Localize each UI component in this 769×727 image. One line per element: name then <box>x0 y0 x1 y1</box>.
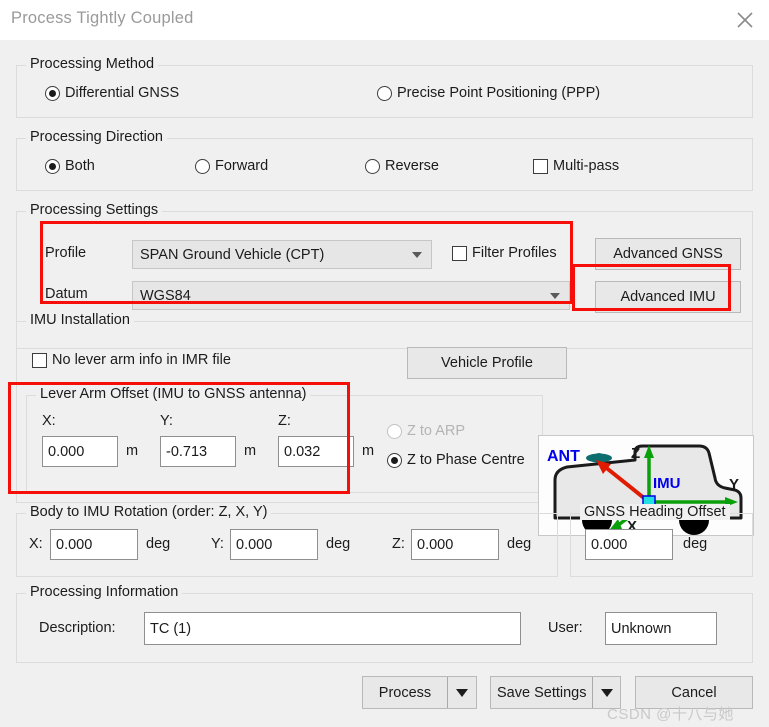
chevron-down-icon <box>550 292 560 299</box>
group-processing-information: Processing Information Description: TC (… <box>16 584 753 663</box>
close-icon[interactable] <box>721 0 769 40</box>
rotation-x-label: X: <box>29 536 43 552</box>
axis-y-label: Y <box>729 476 739 493</box>
rotation-y-unit: deg <box>326 536 351 552</box>
imu-label: IMU <box>653 475 681 492</box>
datum-label: Datum <box>45 286 88 302</box>
group-processing-settings-legend: Processing Settings <box>26 202 163 218</box>
description-label: Description: <box>39 620 116 636</box>
checkbox-box-icon <box>533 158 548 174</box>
axis-z-label: Z <box>631 445 640 462</box>
gnss-heading-offset-input[interactable]: 0.000 <box>585 529 673 560</box>
chevron-down-icon[interactable] <box>447 677 476 708</box>
radio-precise-point-positioning[interactable]: Precise Point Positioning (PPP) <box>377 85 600 101</box>
rotation-y-input[interactable]: 0.000 <box>230 529 318 560</box>
radio-z-to-arp-label: Z to ARP <box>407 423 466 439</box>
description-input[interactable]: TC (1) <box>144 612 521 645</box>
group-lever-arm-offset-legend: Lever Arm Offset (IMU to GNSS antenna) <box>36 386 311 402</box>
checkbox-box-icon <box>32 352 47 368</box>
user-input[interactable]: Unknown <box>605 612 717 645</box>
save-settings-button[interactable]: Save Settings <box>490 676 621 709</box>
rotation-z-unit: deg <box>507 536 532 552</box>
ant-label: ANT <box>547 448 580 465</box>
lever-arm-z-label: Z: <box>278 413 291 429</box>
radio-forward[interactable]: Forward <box>195 158 268 174</box>
user-label: User: <box>548 620 583 636</box>
process-button[interactable]: Process <box>362 676 477 709</box>
radio-dot-icon <box>387 452 402 468</box>
group-processing-direction-legend: Processing Direction <box>26 129 167 145</box>
lever-arm-z-unit: m <box>362 443 375 459</box>
rotation-y-label: Y: <box>211 536 224 552</box>
gnss-heading-offset-unit: deg <box>683 536 708 552</box>
group-imu-installation: IMU Installation No lever arm info in IM… <box>16 312 754 536</box>
radio-both-label: Both <box>65 158 95 174</box>
profile-label: Profile <box>45 245 87 261</box>
radio-dot-icon <box>387 423 402 439</box>
checkbox-no-lever-arm-label: No lever arm info in IMR file <box>52 352 231 368</box>
advanced-gnss-button[interactable]: Advanced GNSS <box>595 238 741 270</box>
group-imu-installation-legend: IMU Installation <box>26 312 134 328</box>
profile-combobox-value: SPAN Ground Vehicle (CPT) <box>140 246 325 263</box>
radio-dot-icon <box>45 158 60 174</box>
datum-combobox[interactable]: WGS84 <box>132 281 570 310</box>
antenna-dome <box>591 453 607 458</box>
group-body-to-imu-rotation: Body to IMU Rotation (order: Z, X, Y) X:… <box>16 504 558 577</box>
lever-arm-x-input[interactable]: 0.000 <box>42 436 118 467</box>
checkbox-multi-pass-label: Multi-pass <box>553 158 620 174</box>
radio-reverse[interactable]: Reverse <box>365 158 439 174</box>
close-icon-glyph <box>737 12 753 28</box>
radio-differential-gnss-label: Differential GNSS <box>65 85 180 101</box>
radio-differential-gnss[interactable]: Differential GNSS <box>45 85 179 101</box>
chevron-down-icon[interactable] <box>592 677 620 708</box>
group-processing-information-legend: Processing Information <box>26 584 183 600</box>
group-gnss-heading-offset: GNSS Heading Offset 0.000 deg <box>570 504 753 577</box>
rotation-z-input[interactable]: 0.000 <box>411 529 499 560</box>
rotation-z-label: Z: <box>392 536 405 552</box>
lever-arm-y-label: Y: <box>160 413 173 429</box>
radio-precise-point-positioning-label: Precise Point Positioning (PPP) <box>397 85 601 101</box>
radio-forward-label: Forward <box>215 158 269 174</box>
group-processing-direction: Processing Direction Both Forward Revers… <box>16 129 753 191</box>
checkbox-filter-profiles-label: Filter Profiles <box>472 245 557 261</box>
radio-z-to-phase-centre[interactable]: Z to Phase Centre <box>387 452 525 468</box>
checkbox-filter-profiles[interactable]: Filter Profiles <box>452 245 557 261</box>
group-body-to-imu-rotation-legend: Body to IMU Rotation (order: Z, X, Y) <box>26 504 272 520</box>
lever-arm-y-unit: m <box>244 443 257 459</box>
window-titlebar: Process Tightly Coupled <box>0 0 769 41</box>
radio-z-to-arp[interactable]: Z to ARP <box>387 423 465 439</box>
checkbox-no-lever-arm[interactable]: No lever arm info in IMR file <box>32 352 231 368</box>
lever-arm-x-label: X: <box>42 413 56 429</box>
radio-dot-icon <box>195 158 210 174</box>
vehicle-profile-button[interactable]: Vehicle Profile <box>407 347 567 379</box>
cancel-button[interactable]: Cancel <box>635 676 753 709</box>
lever-arm-y-input[interactable]: -0.713 <box>160 436 236 467</box>
group-lever-arm-offset: Lever Arm Offset (IMU to GNSS antenna) X… <box>26 386 543 493</box>
checkbox-box-icon <box>452 245 467 261</box>
datum-combobox-value: WGS84 <box>140 287 191 304</box>
radio-both[interactable]: Both <box>45 158 95 174</box>
profile-combobox[interactable]: SPAN Ground Vehicle (CPT) <box>132 240 432 269</box>
process-button-label: Process <box>378 684 432 701</box>
window-title: Process Tightly Coupled <box>11 9 194 27</box>
save-settings-button-label: Save Settings <box>497 684 587 701</box>
chevron-down-icon <box>412 251 422 258</box>
group-gnss-heading-offset-legend: GNSS Heading Offset <box>580 504 730 520</box>
radio-dot-icon <box>45 85 60 101</box>
radio-reverse-label: Reverse <box>385 158 439 174</box>
dialog-body: Processing Method Differential GNSS Prec… <box>0 40 769 727</box>
radio-dot-icon <box>365 158 380 174</box>
rotation-x-unit: deg <box>146 536 171 552</box>
radio-z-to-phase-centre-label: Z to Phase Centre <box>407 452 525 468</box>
lever-arm-z-input[interactable]: 0.032 <box>278 436 354 467</box>
advanced-imu-button[interactable]: Advanced IMU <box>595 281 741 313</box>
checkbox-multi-pass[interactable]: Multi-pass <box>533 158 619 174</box>
lever-arm-x-unit: m <box>126 443 139 459</box>
group-processing-method: Processing Method Differential GNSS Prec… <box>16 56 753 118</box>
group-processing-method-legend: Processing Method <box>26 56 159 72</box>
radio-dot-icon <box>377 85 392 101</box>
rotation-x-input[interactable]: 0.000 <box>50 529 138 560</box>
